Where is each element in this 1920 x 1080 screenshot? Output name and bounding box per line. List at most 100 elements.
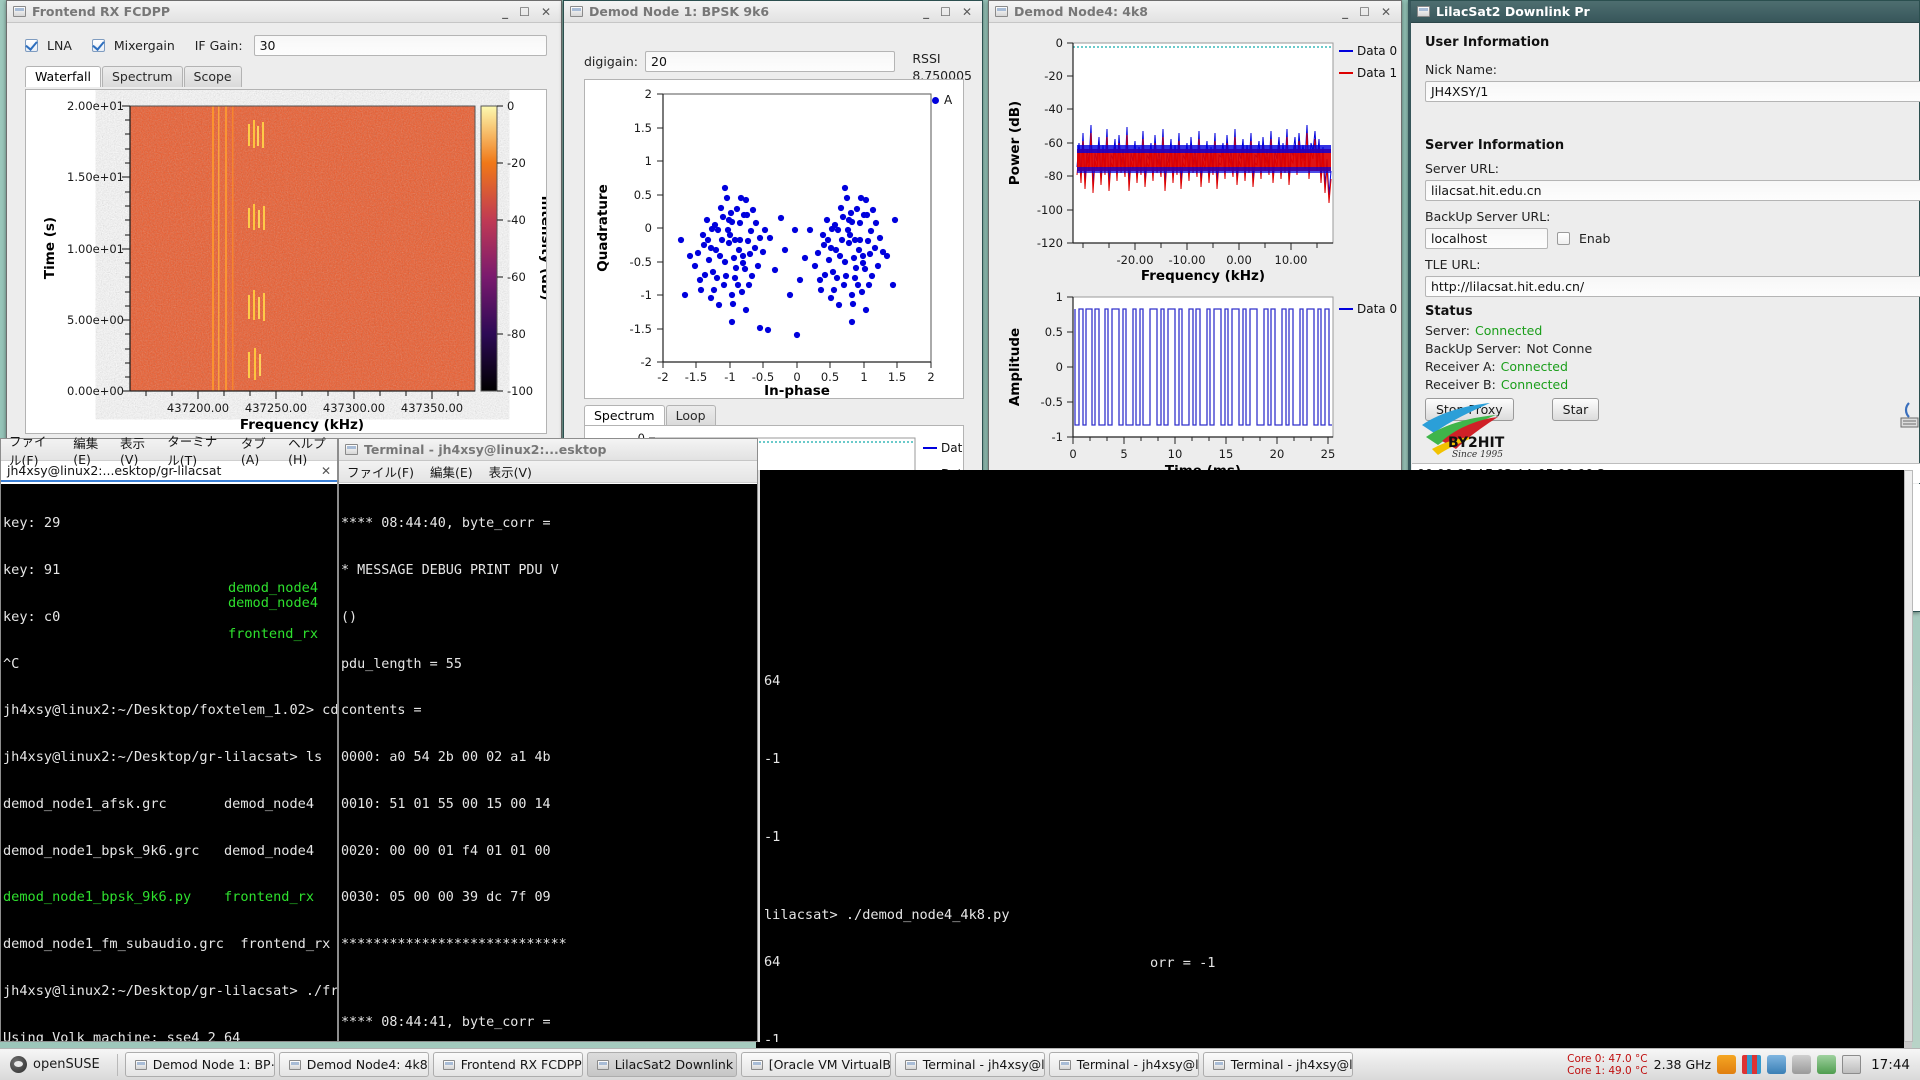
tray-icon-volume[interactable] xyxy=(1792,1055,1812,1074)
menu-tab[interactable]: タブ(A) xyxy=(241,433,272,467)
taskbar-item-lilacsat[interactable]: LilacSat2 Downlink ⋯ xyxy=(586,1052,737,1077)
cbar-tick: -20 xyxy=(507,156,526,170)
lna-checkbox[interactable] xyxy=(25,39,38,52)
y-tick: -40 xyxy=(1044,102,1063,116)
legend-label: Data 0 xyxy=(1357,44,1397,58)
taskbar-item-terminal-3[interactable]: Terminal - jh4xsy@li⋯ xyxy=(1202,1052,1353,1077)
menu-view[interactable]: 表示(V) xyxy=(489,462,532,481)
term-line: ^C xyxy=(3,655,20,672)
if-gain-input[interactable]: 30 xyxy=(253,35,547,56)
taskbar-item-virtualbox[interactable]: [Oracle VM VirtualB⋯ xyxy=(740,1052,891,1077)
taskbar-item-demod4[interactable]: Demod Node4: 4k8 xyxy=(278,1052,429,1077)
tray-icon-update[interactable] xyxy=(1817,1055,1837,1074)
status-value: Connected xyxy=(1474,323,1543,338)
taskbar: openSUSE Demod Node 1: BP⋯ Demod Node4: … xyxy=(0,1048,1920,1080)
term-line: -1 xyxy=(764,751,781,768)
tab-spectrum[interactable]: Spectrum xyxy=(584,405,665,426)
titlebar-frontend-rx[interactable]: Frontend RX FCDPP _ ☐ ✕ xyxy=(7,1,561,23)
taskbar-item-terminal-1[interactable]: Terminal - jh4xsy@li⋯ xyxy=(894,1052,1045,1077)
window-mini-icon xyxy=(750,1059,763,1070)
titlebar-lilacsat[interactable]: LilacSat2 Downlink Pr xyxy=(1411,1,1919,23)
window-demod-node-4[interactable]: Demod Node4: 4k8 _ ☐ ✕ -20.00 -10.00 0.0… xyxy=(988,0,1402,488)
legend-marker-a xyxy=(932,96,939,104)
menu-file[interactable]: ファイル(F) xyxy=(347,462,414,481)
tray-icon-network[interactable] xyxy=(1767,1055,1787,1074)
term-line-highlight: demod_node1_bpsk_9k6.py frontend_rx xyxy=(3,889,314,906)
y-tick: -60 xyxy=(1044,136,1063,150)
mixergain-checkbox[interactable] xyxy=(91,39,105,52)
term-line: 0010: 51 01 55 00 15 00 14 xyxy=(341,796,551,812)
terminal-middle-output[interactable]: **** 08:44:40, byte_corr = * MESSAGE DEB… xyxy=(339,484,757,1041)
terminal-left[interactable]: ファイル(F) 編集(E) 表示(V) ターミナル(T) タブ(A) ヘルプ(H… xyxy=(0,434,338,1042)
close-icon[interactable]: ✕ xyxy=(541,6,551,18)
maximize-icon[interactable]: ☐ xyxy=(1359,6,1370,18)
tle-url-input[interactable]: http://lilacsat.hit.edu.cn/ xyxy=(1425,276,1920,297)
term-line: pdu_length = 55 xyxy=(341,656,462,672)
tab-close-icon[interactable]: ✕ xyxy=(315,464,331,478)
clock[interactable]: 17:44 xyxy=(1867,1057,1910,1073)
menu-help[interactable]: ヘルプ(H) xyxy=(288,433,329,467)
tray-icon-grid[interactable] xyxy=(1742,1055,1762,1074)
window-frontend-rx[interactable]: Frontend RX FCDPP _ ☐ ✕ LNA Mixergain IF… xyxy=(6,0,562,452)
by2hit-logo: BY2HIT Since 1995 xyxy=(1412,397,1572,461)
titlebar-demod-node-4[interactable]: Demod Node4: 4k8 _ ☐ ✕ xyxy=(989,1,1401,23)
tab-spectrum[interactable]: Spectrum xyxy=(101,66,183,87)
titlebar-terminal-middle[interactable]: Terminal - jh4xsy@linux2:...esktop xyxy=(339,439,757,461)
y-tick: 1.50e+01 xyxy=(67,170,124,184)
titlebar-demod-node-1[interactable]: Demod Node 1: BPSK 9k6 _ ☐ ✕ xyxy=(564,1,982,23)
y-tick: 0.00e+00 xyxy=(67,384,124,398)
terminal-right-output[interactable]: 64 -1 -1 lilacsat> ./demod_node4_4k8.py … xyxy=(760,470,1904,1042)
tab-waterfall[interactable]: Waterfall xyxy=(25,66,101,87)
x-tick: 25 xyxy=(1321,447,1336,461)
backup-server-url-input[interactable]: localhost xyxy=(1425,228,1548,249)
x-axis-label: Frequency (kHz) xyxy=(1141,268,1265,284)
window-icon xyxy=(1417,6,1430,17)
terminal-left-output[interactable]: key: 29 key: 91 key: c0 ^C jh4xsy@linux2… xyxy=(1,484,337,1041)
ls-green-3: frontend_rx xyxy=(228,626,319,642)
term-line: jh4xsy@linux2:~/Desktop/foxtelem_1.02> c… xyxy=(3,702,337,719)
taskbar-item-demod1[interactable]: Demod Node 1: BP⋯ xyxy=(124,1052,275,1077)
digigain-input[interactable]: 20 xyxy=(645,51,896,72)
x-tick: 5 xyxy=(1120,447,1127,461)
minimize-icon[interactable]: _ xyxy=(502,6,508,18)
menu-view[interactable]: 表示(V) xyxy=(120,433,151,467)
x-tick: -20.00 xyxy=(1116,253,1153,267)
taskbar-item-terminal-2[interactable]: Terminal - jh4xsy@li⋯ xyxy=(1048,1052,1199,1077)
start-menu-button[interactable]: openSUSE xyxy=(4,1053,110,1076)
demod4-spectrum-plot: -20.00 -10.00 0.00 10.00 0 -20 -40 -60 -… xyxy=(1007,36,1397,284)
terminal-left-tab[interactable]: jh4xsy@linux2:...esktop/gr-lilacsat ✕ xyxy=(1,461,337,482)
nick-name-label: Nick Name: xyxy=(1425,62,1497,77)
y-axis-label: Amplitude xyxy=(1007,328,1023,406)
server-url-input[interactable]: lilacsat.hit.edu.cn xyxy=(1425,180,1920,201)
nick-name-input[interactable]: JH4XSY/1 xyxy=(1425,81,1920,102)
backup-enable-checkbox[interactable] xyxy=(1557,232,1570,245)
term-line: 0030: 05 00 00 39 dc 7f 09 xyxy=(341,890,551,906)
maximize-icon[interactable]: ☐ xyxy=(519,6,530,18)
minimize-icon[interactable]: _ xyxy=(1342,6,1348,18)
tab-loop[interactable]: Loop xyxy=(665,405,716,426)
y-tick: 0 xyxy=(1056,36,1063,50)
terminal-middle-menubar[interactable]: ファイル(F) 編集(E) 表示(V) xyxy=(339,461,757,483)
taskbar-item-frontend[interactable]: Frontend RX FCDPP xyxy=(432,1052,583,1077)
status-value: Connected xyxy=(1500,359,1568,374)
tray-icon-clipboard[interactable] xyxy=(1842,1055,1862,1074)
user-information-heading: User Information xyxy=(1425,35,1550,50)
cpu-temperature-monitor[interactable]: Core 0: 47.0 °C Core 1: 49.0 °C xyxy=(1567,1053,1648,1077)
y-tick: -0.5 xyxy=(630,255,652,269)
minimize-icon[interactable]: _ xyxy=(923,6,929,18)
maximize-icon[interactable]: ☐ xyxy=(940,6,951,18)
status-heading: Status xyxy=(1425,304,1473,319)
tab-scope[interactable]: Scope xyxy=(183,66,242,87)
terminal-left-menubar[interactable]: ファイル(F) 編集(E) 表示(V) ターミナル(T) タブ(A) ヘルプ(H… xyxy=(1,434,337,468)
terminal-middle[interactable]: Terminal - jh4xsy@linux2:...esktop ファイル(… xyxy=(338,438,758,1042)
y-tick: 1.00e+01 xyxy=(67,242,124,256)
close-icon[interactable]: ✕ xyxy=(1381,6,1391,18)
y-tick: 1 xyxy=(1056,290,1063,304)
close-icon[interactable]: ✕ xyxy=(962,6,972,18)
tray-icon-orange[interactable] xyxy=(1717,1055,1737,1074)
terminal-right-scrollbar[interactable] xyxy=(1904,470,1913,1042)
x-tick: -1 xyxy=(724,370,735,384)
status-row-receiver-b: Receiver B: Connected xyxy=(1425,377,1909,392)
menu-edit[interactable]: 編集(E) xyxy=(73,433,104,467)
menu-edit[interactable]: 編集(E) xyxy=(430,462,473,481)
